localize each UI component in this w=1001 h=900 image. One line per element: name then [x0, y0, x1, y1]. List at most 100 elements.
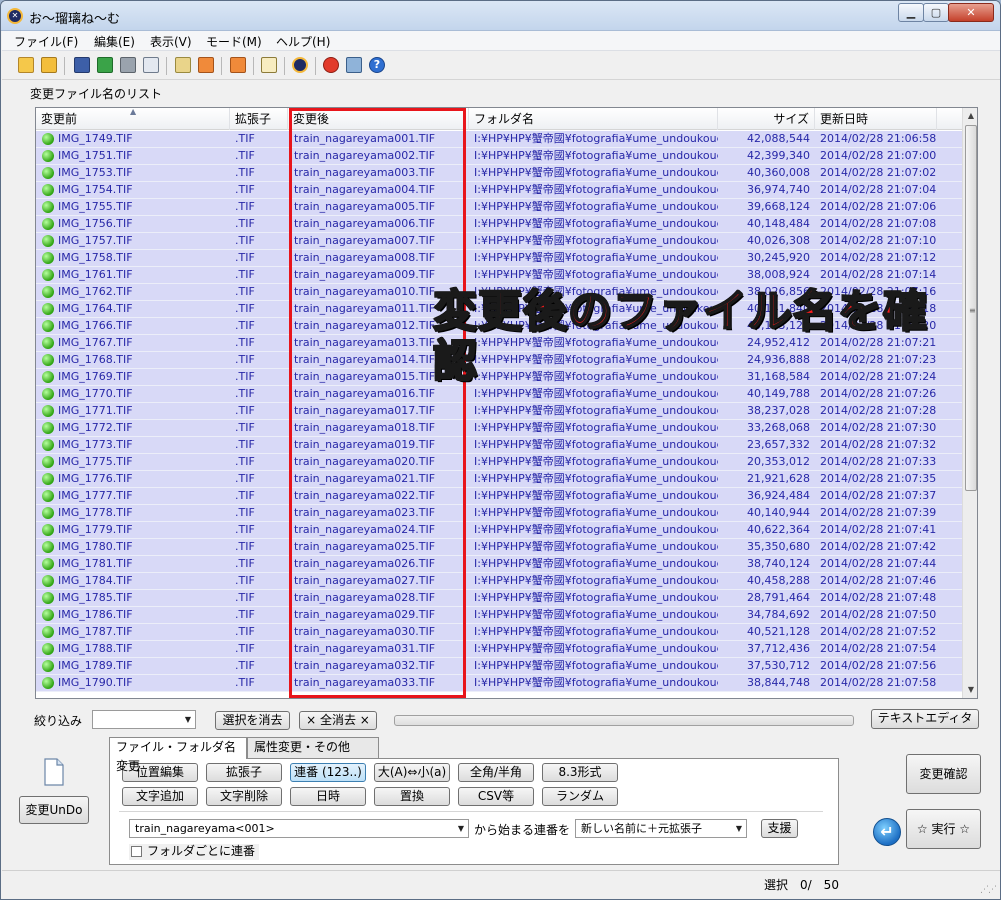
cell-date: 2014/02/28 21:07:37	[820, 489, 937, 502]
checkbox-box[interactable]	[131, 846, 142, 857]
resize-grip-icon[interactable]: ⋰⋰	[980, 885, 997, 895]
file-list[interactable]: ▲ 変更前 拡張子 変更後 フォルダ名 サイズ 更新日時 IMG_1749.TI…	[35, 107, 978, 699]
run-button[interactable]: ☆ 実行 ☆	[906, 809, 981, 849]
scroll-down-arrow-icon[interactable]: ▼	[963, 682, 977, 698]
table-row[interactable]: IMG_1789.TIF .TIF train_nagareyama032.TIF I…	[36, 658, 962, 675]
sequence-mode-select[interactable]: 新しい名前に＋元拡張子 ▼	[575, 819, 747, 838]
table-row[interactable]: IMG_1787.TIF .TIF train_nagareyama030.TIF I…	[36, 624, 962, 641]
record-icon[interactable]	[323, 57, 339, 73]
cut-icon[interactable]	[120, 57, 136, 73]
table-row[interactable]: IMG_1790.TIF .TIF train_nagareyama033.TIF I…	[36, 675, 962, 692]
cell-ext: .TIF	[235, 523, 255, 536]
table-row[interactable]: IMG_1755.TIF .TIF train_nagareyama005.TIF I…	[36, 199, 962, 216]
status-bar: 選択 0/ 50 ⋰⋰	[2, 870, 1000, 899]
extension-button[interactable]: 拡張子	[206, 763, 282, 782]
tab-rename[interactable]: ファイル・フォルダ名変更	[109, 737, 247, 773]
cell-date: 2014/02/28 21:07:48	[820, 591, 937, 604]
paste-icon[interactable]	[175, 57, 191, 73]
scroll-up-arrow-icon[interactable]: ▲	[963, 108, 977, 124]
save-icon[interactable]	[74, 57, 90, 73]
menu-file[interactable]: ファイル(F)	[14, 33, 78, 50]
menu-view[interactable]: 表示(V)	[150, 33, 192, 50]
undo-button[interactable]: 変更UnDo	[19, 796, 89, 824]
table-row[interactable]: IMG_1771.TIF .TIF train_nagareyama017.TIF I…	[36, 403, 962, 420]
table-row[interactable]: IMG_1756.TIF .TIF train_nagareyama006.TIF I…	[36, 216, 962, 233]
column-header-size[interactable]: サイズ	[718, 108, 815, 130]
table-row[interactable]: IMG_1778.TIF .TIF train_nagareyama023.TIF I…	[36, 505, 962, 522]
table-row[interactable]: IMG_1757.TIF .TIF train_nagareyama007.TIF I…	[36, 233, 962, 250]
vertical-scrollbar[interactable]: ▲ ≡ ▼	[962, 108, 977, 698]
table-row[interactable]: IMG_1754.TIF .TIF train_nagareyama004.TIF I…	[36, 182, 962, 199]
tab-attributes[interactable]: 属性変更・その他	[247, 737, 379, 758]
column-header-folder[interactable]: フォルダ名	[469, 108, 718, 130]
status-ok-icon	[42, 150, 54, 162]
refresh-icon[interactable]	[97, 57, 113, 73]
replace-button[interactable]: 置換	[374, 787, 450, 806]
filter-combo[interactable]: ▼	[92, 710, 196, 729]
table-row[interactable]: IMG_1786.TIF .TIF train_nagareyama029.TIF I…	[36, 607, 962, 624]
settings-icon[interactable]	[346, 57, 362, 73]
menu-edit[interactable]: 編集(E)	[94, 33, 135, 50]
table-row[interactable]: IMG_1775.TIF .TIF train_nagareyama020.TIF I…	[36, 454, 962, 471]
toolbar-separator	[253, 57, 254, 75]
sequence-button[interactable]: 連番 (123..)	[290, 763, 366, 782]
cell-ext: .TIF	[235, 625, 255, 638]
table-row[interactable]: IMG_1779.TIF .TIF train_nagareyama024.TIF I…	[36, 522, 962, 539]
minimize-button[interactable]: ▁	[898, 3, 924, 22]
table-row[interactable]: IMG_1773.TIF .TIF train_nagareyama019.TIF I…	[36, 437, 962, 454]
table-row[interactable]: IMG_1751.TIF .TIF train_nagareyama002.TIF I…	[36, 148, 962, 165]
csv-button[interactable]: CSV等	[458, 787, 534, 806]
table-row[interactable]: IMG_1758.TIF .TIF train_nagareyama008.TIF I…	[36, 250, 962, 267]
cell-date: 2014/02/28 21:07:42	[820, 540, 937, 553]
text-editor-button[interactable]: テキストエディタ	[871, 709, 979, 729]
column-header-date[interactable]: 更新日時	[815, 108, 937, 130]
confirm-changes-button[interactable]: 変更確認	[906, 754, 981, 794]
annotation-text: 変更後のファイル名を確認	[432, 286, 928, 388]
scrollbar-thumb[interactable]: ≡	[965, 125, 977, 491]
table-row[interactable]: IMG_1784.TIF .TIF train_nagareyama027.TIF I…	[36, 573, 962, 590]
copy-icon[interactable]	[143, 57, 159, 73]
table-row[interactable]: IMG_1761.TIF .TIF train_nagareyama009.TIF I…	[36, 267, 962, 284]
case-button[interactable]: 大(A)⇔小(a)	[374, 763, 450, 782]
delete-text-button[interactable]: 文字削除	[206, 787, 282, 806]
column-header-ext[interactable]: 拡張子	[230, 108, 288, 130]
table-row[interactable]: IMG_1785.TIF .TIF train_nagareyama028.TIF I…	[36, 590, 962, 607]
table-row[interactable]: IMG_1788.TIF .TIF train_nagareyama031.TIF I…	[36, 641, 962, 658]
maximize-button[interactable]: ▢	[923, 3, 949, 22]
short-name-button[interactable]: 8.3形式	[542, 763, 618, 782]
move-up-icon[interactable]	[198, 57, 214, 73]
datetime-button[interactable]: 日時	[290, 787, 366, 806]
table-row[interactable]: IMG_1772.TIF .TIF train_nagareyama018.TIF I…	[36, 420, 962, 437]
status-ok-icon	[42, 320, 54, 332]
cell-size: 20,353,012	[747, 455, 810, 468]
app-logo-icon[interactable]	[292, 57, 308, 73]
clear-selection-button[interactable]: 選択を消去	[215, 711, 290, 730]
table-row[interactable]: IMG_1753.TIF .TIF train_nagareyama003.TIF I…	[36, 165, 962, 182]
cell-folder: I:¥HP¥HP¥蟹帝國¥fotografia¥ume_undoukoue...	[474, 489, 718, 502]
help-icon[interactable]: ?	[369, 57, 385, 73]
menu-help[interactable]: ヘルプ(H)	[276, 33, 330, 50]
move-down-icon[interactable]	[230, 57, 246, 73]
export-icon[interactable]	[261, 57, 277, 73]
sequence-pattern-combo[interactable]: train_nagareyama<001> ▼	[129, 819, 469, 838]
open-folder-icon[interactable]	[18, 57, 34, 73]
table-row[interactable]: IMG_1780.TIF .TIF train_nagareyama025.TIF I…	[36, 539, 962, 556]
cell-folder: I:¥HP¥HP¥蟹帝國¥fotografia¥ume_undoukoue...	[474, 234, 718, 247]
table-row[interactable]: IMG_1777.TIF .TIF train_nagareyama022.TIF I…	[36, 488, 962, 505]
column-header-before[interactable]: ▲ 変更前	[36, 108, 230, 130]
table-row[interactable]: IMG_1749.TIF .TIF train_nagareyama001.TIF I…	[36, 131, 962, 148]
open-folder-alt-icon[interactable]	[41, 57, 57, 73]
clear-all-button[interactable]: × 全消去 ×	[299, 711, 377, 730]
assist-button[interactable]: 支援	[761, 819, 798, 838]
table-row[interactable]: IMG_1781.TIF .TIF train_nagareyama026.TIF I…	[36, 556, 962, 573]
table-row[interactable]: IMG_1776.TIF .TIF train_nagareyama021.TIF I…	[36, 471, 962, 488]
status-ok-icon	[42, 184, 54, 196]
add-text-button[interactable]: 文字追加	[122, 787, 198, 806]
cell-folder: I:¥HP¥HP¥蟹帝國¥fotografia¥ume_undoukoue...	[474, 642, 718, 655]
per-folder-checkbox[interactable]: フォルダごとに連番	[129, 844, 260, 860]
table-row[interactable]: IMG_1770.TIF .TIF train_nagareyama016.TIF I…	[36, 386, 962, 403]
close-button[interactable]: ✕	[948, 3, 994, 22]
menu-mode[interactable]: モード(M)	[206, 33, 262, 50]
width-button[interactable]: 全角/半角	[458, 763, 534, 782]
random-button[interactable]: ランダム	[542, 787, 618, 806]
